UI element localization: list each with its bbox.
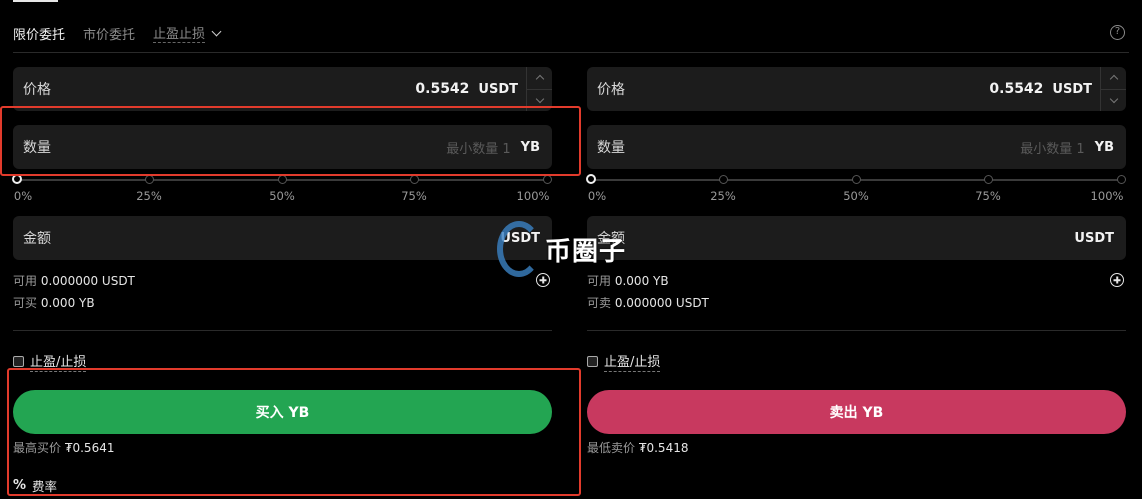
sell-quantity-label: 数量 (597, 140, 625, 156)
sell-divider (587, 330, 1126, 331)
slider-tick-75[interactable] (410, 175, 419, 184)
tab-stop-order[interactable]: 止盈止损 (153, 23, 222, 43)
slider-label-0: 0% (13, 189, 33, 203)
slider-tick-50[interactable] (852, 175, 861, 184)
slider-tick-100[interactable] (543, 175, 552, 184)
chevron-down-icon (1109, 94, 1118, 103)
top-accent-bar (13, 0, 58, 2)
slider-label-25: 25% (710, 189, 736, 203)
sell-price-increment[interactable] (1101, 67, 1126, 89)
chevron-up-icon (1109, 75, 1118, 84)
slider-label-50: 50% (269, 189, 295, 203)
chevron-down-icon (211, 26, 222, 36)
slider-handle[interactable] (586, 174, 596, 184)
sell-button[interactable]: 卖出 YB (587, 390, 1126, 434)
help-icon[interactable]: ? (1110, 25, 1125, 40)
slider-label-75: 75% (975, 189, 1001, 203)
buy-available-label: 可用 (13, 274, 38, 288)
buy-divider (13, 330, 552, 331)
sell-price-decrement[interactable] (1101, 88, 1126, 112)
slider-label-100: 100% (1090, 189, 1124, 203)
buy-price-value: 0.5542 (415, 81, 470, 97)
sell-best-price-label: 最低卖价 (587, 441, 636, 455)
sell-amount-field[interactable]: 金额 USDT (587, 216, 1126, 260)
sell-quantity-unit: YB (1094, 139, 1114, 155)
trade-form: 限价委托 市价委托 止盈止损 ? 价格 0.5542 USDT 数量 最小数量 … (0, 0, 1142, 499)
tabs-divider (13, 52, 1129, 53)
buy-available-value: 0.000000 USDT (40, 274, 135, 288)
highlight-buy-box (7, 368, 581, 496)
sell-price-field[interactable]: 价格 0.5542 USDT (587, 67, 1126, 111)
sell-percent-slider[interactable]: 0% 25% 50% 75% 100% (586, 174, 1126, 205)
sell-price-value: 0.5542 (989, 81, 1044, 97)
buy-tpsl-checkbox[interactable] (13, 356, 24, 367)
tab-stop-order-label: 止盈止损 (153, 23, 206, 43)
slider-label-50: 50% (843, 189, 869, 203)
slider-tick-25[interactable] (145, 175, 154, 184)
slider-tick-50[interactable] (278, 175, 287, 184)
sell-can-sell-label: 可卖 (587, 296, 612, 310)
watermark-logo-icon (497, 221, 541, 277)
slider-label-75: 75% (401, 189, 427, 203)
buy-percent-slider[interactable]: 0% 25% 50% 75% 100% (12, 174, 552, 205)
highlight-quantity-box (0, 106, 581, 176)
chevron-up-icon (535, 75, 544, 84)
buy-can-buy-value: 0.000 YB (40, 296, 95, 310)
sell-price-unit: USDT (1052, 81, 1092, 97)
watermark-text: 币圈子 (545, 236, 627, 267)
sell-tpsl-checkbox[interactable] (587, 356, 598, 367)
slider-tick-75[interactable] (984, 175, 993, 184)
sell-best-price: 最低卖价 ₮0.5418 (587, 439, 1126, 456)
sell-price-label: 价格 (597, 82, 625, 98)
sell-availability: 可用 0.000 YB 可卖 0.000000 USDT (587, 270, 1126, 314)
sell-amount-unit: USDT (1074, 230, 1114, 246)
watermark: 币圈子 (497, 219, 647, 279)
buy-price-increment[interactable] (527, 67, 552, 89)
buy-amount-field[interactable]: 金额 USDT (13, 216, 552, 260)
chevron-down-icon (535, 94, 544, 103)
sell-best-price-value: ₮0.5418 (638, 441, 689, 455)
sell-can-sell-value: 0.000000 USDT (614, 296, 709, 310)
slider-label-0: 0% (587, 189, 607, 203)
sell-tpsl-toggle[interactable]: 止盈/止损 (587, 351, 1126, 372)
sell-quantity-field[interactable]: 数量 最小数量 1 YB (587, 125, 1126, 169)
buy-amount-label: 金额 (23, 231, 51, 247)
slider-label-25: 25% (136, 189, 162, 203)
sell-quantity-placeholder: 最小数量 1 (1020, 141, 1085, 157)
tab-market-order[interactable]: 市价委托 (83, 24, 135, 43)
buy-price-unit: USDT (478, 81, 518, 97)
buy-price-stepper (526, 67, 552, 111)
sell-amount-label: 金额 (597, 231, 625, 247)
slider-tick-100[interactable] (1117, 175, 1126, 184)
order-type-tabs: 限价委托 市价委托 止盈止损 (13, 18, 222, 48)
deposit-plus-icon[interactable] (1110, 273, 1124, 287)
buy-can-buy-label: 可买 (13, 296, 38, 310)
slider-label-100: 100% (516, 189, 550, 203)
buy-price-field[interactable]: 价格 0.5542 USDT (13, 67, 552, 111)
sell-panel: 价格 0.5542 USDT 数量 最小数量 1 YB 0% 25% 50% 7… (586, 67, 1126, 456)
buy-price-label: 价格 (23, 82, 51, 98)
sell-price-stepper (1100, 67, 1126, 111)
buy-availability: 可用 0.000000 USDT 可买 0.000 YB (13, 270, 552, 314)
sell-tpsl-label: 止盈/止损 (604, 351, 661, 372)
slider-tick-25[interactable] (719, 175, 728, 184)
tab-limit-order[interactable]: 限价委托 (13, 24, 65, 43)
